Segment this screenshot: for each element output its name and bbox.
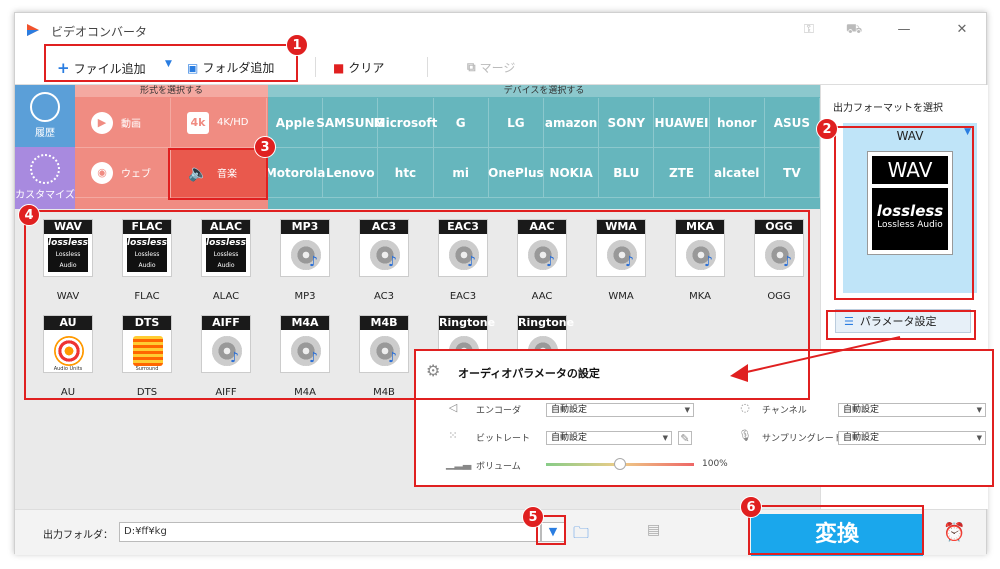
annotation-box-output-format bbox=[834, 126, 974, 300]
annotation-box-toolbar bbox=[44, 44, 298, 82]
step-badge: 4 bbox=[18, 204, 40, 226]
step-badge: 3 bbox=[254, 136, 276, 158]
step-badge: 6 bbox=[740, 496, 762, 518]
step-badge: 1 bbox=[286, 34, 308, 56]
step-badge: 5 bbox=[522, 506, 544, 528]
annotation-box-convert bbox=[748, 505, 924, 555]
annotation-box-param bbox=[826, 310, 976, 340]
annotation-box-formats bbox=[24, 210, 810, 400]
step-badge: 2 bbox=[816, 118, 838, 140]
annotation-box-music bbox=[168, 148, 268, 200]
